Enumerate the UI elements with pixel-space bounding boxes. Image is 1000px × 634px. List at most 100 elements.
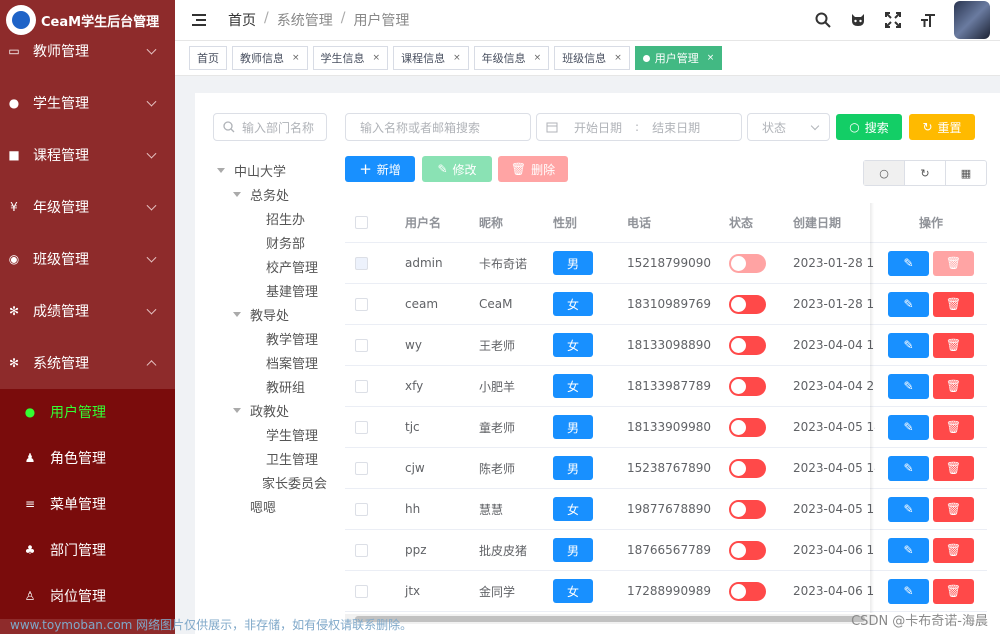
table-row[interactable]: jtx 金同学 女 17288990989 2023-04-06 11:4 ✎ 🗑: [345, 571, 987, 612]
table-row[interactable]: tjc 童老师 男 18133909980 2023-04-05 14:5 ✎ 🗑: [345, 407, 987, 448]
hamburger-icon[interactable]: [192, 14, 208, 26]
app-logo[interactable]: CeaM学生后台管理: [0, 0, 175, 40]
tag-class-info[interactable]: 班级信息 ×: [554, 46, 630, 70]
edit-button[interactable]: ✎ 修改: [422, 156, 492, 182]
tree-node[interactable]: 教研组: [217, 374, 327, 398]
sidebar-item-system[interactable]: ✻ 系统管理: [0, 337, 175, 389]
row-edit-button[interactable]: ✎: [888, 496, 929, 522]
row-edit-button[interactable]: ✎: [888, 250, 929, 276]
status-switch[interactable]: [729, 581, 766, 601]
tree-node[interactable]: 学生管理: [217, 422, 327, 446]
row-delete-button[interactable]: 🗑: [933, 455, 974, 481]
status-switch[interactable]: [729, 335, 766, 355]
row-delete-button[interactable]: 🗑: [933, 291, 974, 317]
sidebar-item-user-manage[interactable]: ● 用户管理: [0, 389, 175, 435]
row-delete-button[interactable]: 🗑: [933, 414, 974, 440]
close-icon[interactable]: ×: [453, 53, 461, 63]
name-search-input[interactable]: 输入名称或者邮箱搜索: [345, 113, 531, 141]
tag-home[interactable]: 首页: [189, 46, 227, 70]
row-edit-button[interactable]: ✎: [888, 332, 929, 358]
tree-node[interactable]: 招生办: [217, 206, 327, 230]
avatar[interactable]: [954, 1, 990, 39]
sidebar-item-class[interactable]: ◉ 班级管理: [0, 233, 175, 285]
close-icon[interactable]: ×: [707, 53, 715, 63]
tree-node[interactable]: 家长委员会: [217, 470, 327, 494]
row-edit-button[interactable]: ✎: [888, 578, 929, 604]
row-delete-button[interactable]: 🗑: [933, 332, 974, 358]
sidebar-item-course[interactable]: ■ 课程管理: [0, 129, 175, 181]
sidebar-item-score[interactable]: ✻ 成绩管理: [0, 285, 175, 337]
add-button[interactable]: + 新增: [345, 156, 415, 182]
row-edit-button[interactable]: ✎: [888, 414, 929, 440]
caret-down-icon[interactable]: [233, 407, 241, 413]
horizontal-scrollbar[interactable]: [345, 614, 875, 624]
toggle-search-button[interactable]: ○: [864, 161, 905, 185]
table-row[interactable]: ppz 批皮皮猪 男 18766567789 2023-04-06 11:4 ✎ 🗑: [345, 530, 987, 571]
breadcrumb-home[interactable]: 首页: [228, 10, 256, 30]
tree-node[interactable]: 卫生管理: [217, 446, 327, 470]
row-checkbox[interactable]: [355, 297, 368, 311]
sidebar-item-dept-manage[interactable]: ♣ 部门管理: [0, 527, 175, 573]
status-select[interactable]: 状态: [747, 113, 830, 141]
tree-node[interactable]: 教学管理: [217, 326, 327, 350]
close-icon[interactable]: ×: [292, 53, 300, 63]
tag-grade-info[interactable]: 年级信息 ×: [473, 46, 550, 70]
row-delete-button[interactable]: 🗑: [933, 373, 974, 399]
close-icon[interactable]: ×: [614, 53, 622, 63]
tree-node[interactable]: 档案管理: [217, 350, 327, 374]
status-switch[interactable]: [729, 499, 766, 519]
row-edit-button[interactable]: ✎: [888, 291, 929, 317]
table-row[interactable]: cjw 陈老师 男 15238767890 2023-04-05 14:5 ✎ 🗑: [345, 448, 987, 489]
sidebar-item-post-manage[interactable]: ♙ 岗位管理: [0, 573, 175, 619]
row-checkbox[interactable]: [355, 584, 368, 598]
reset-button[interactable]: ↻ 重置: [909, 114, 975, 140]
tag-student-info[interactable]: 学生信息 ×: [312, 46, 389, 70]
dept-search-input[interactable]: 输入部门名称: [213, 113, 327, 141]
sidebar-item-menu-manage[interactable]: ≡ 菜单管理: [0, 481, 175, 527]
tree-node[interactable]: 总务处: [217, 182, 327, 206]
table-row[interactable]: ceam CeaM 女 18310989769 2023-01-28 16:0 ✎ 🗑: [345, 284, 987, 325]
status-switch[interactable]: [729, 294, 766, 314]
github-icon[interactable]: [849, 11, 867, 29]
row-checkbox[interactable]: [355, 543, 368, 557]
sidebar-item-student[interactable]: ● 学生管理: [0, 77, 175, 129]
tag-teacher-info[interactable]: 教师信息 ×: [232, 46, 308, 70]
status-switch[interactable]: [729, 540, 766, 560]
row-checkbox[interactable]: [355, 420, 368, 434]
table-row[interactable]: wy 王老师 女 18133098890 2023-04-04 15:3 ✎ 🗑: [345, 325, 987, 366]
caret-down-icon[interactable]: [233, 311, 241, 317]
tree-node[interactable]: 校产管理: [217, 254, 327, 278]
date-range-picker[interactable]: 开始日期 : 结束日期: [536, 113, 742, 141]
table-row[interactable]: xfy 小肥羊 女 18133987789 2023-04-04 20:3 ✎ 🗑: [345, 366, 987, 407]
row-checkbox[interactable]: [355, 379, 368, 393]
fullscreen-icon[interactable]: [884, 11, 902, 29]
columns-button[interactable]: ▦: [946, 161, 986, 185]
row-edit-button[interactable]: ✎: [888, 373, 929, 399]
tree-node[interactable]: 政教处: [217, 398, 327, 422]
tree-node[interactable]: 基建管理: [217, 278, 327, 302]
status-switch[interactable]: [729, 376, 766, 396]
row-delete-button[interactable]: 🗑: [933, 496, 974, 522]
delete-button[interactable]: 🗑 删除: [498, 156, 568, 182]
search-icon[interactable]: [814, 11, 832, 29]
sidebar-item-grade[interactable]: ¥ 年级管理: [0, 181, 175, 233]
tree-node[interactable]: 财务部: [217, 230, 327, 254]
close-icon[interactable]: ×: [534, 53, 542, 63]
status-switch[interactable]: [729, 417, 766, 437]
search-button[interactable]: ○ 搜索: [836, 114, 902, 140]
row-edit-button[interactable]: ✎: [888, 537, 929, 563]
caret-down-icon[interactable]: [233, 191, 241, 197]
row-checkbox[interactable]: [355, 461, 368, 475]
row-checkbox[interactable]: [355, 338, 368, 352]
row-delete-button[interactable]: 🗑: [933, 578, 974, 604]
row-edit-button[interactable]: ✎: [888, 455, 929, 481]
tree-node[interactable]: 嗯嗯: [217, 494, 327, 518]
status-switch[interactable]: [729, 458, 766, 478]
close-icon[interactable]: ×: [373, 53, 381, 63]
tree-node[interactable]: 中山大学: [217, 158, 327, 182]
table-row[interactable]: hh 慧慧 女 19877678890 2023-04-05 18:2 ✎ 🗑: [345, 489, 987, 530]
tree-node[interactable]: 教导处: [217, 302, 327, 326]
tag-user-manage[interactable]: 用户管理 ×: [634, 46, 723, 70]
row-checkbox[interactable]: [355, 502, 368, 516]
table-row[interactable]: admin 卡布奇诺 男 15218799090 2023-01-28 15:0 ✎ 🗑: [345, 243, 987, 284]
